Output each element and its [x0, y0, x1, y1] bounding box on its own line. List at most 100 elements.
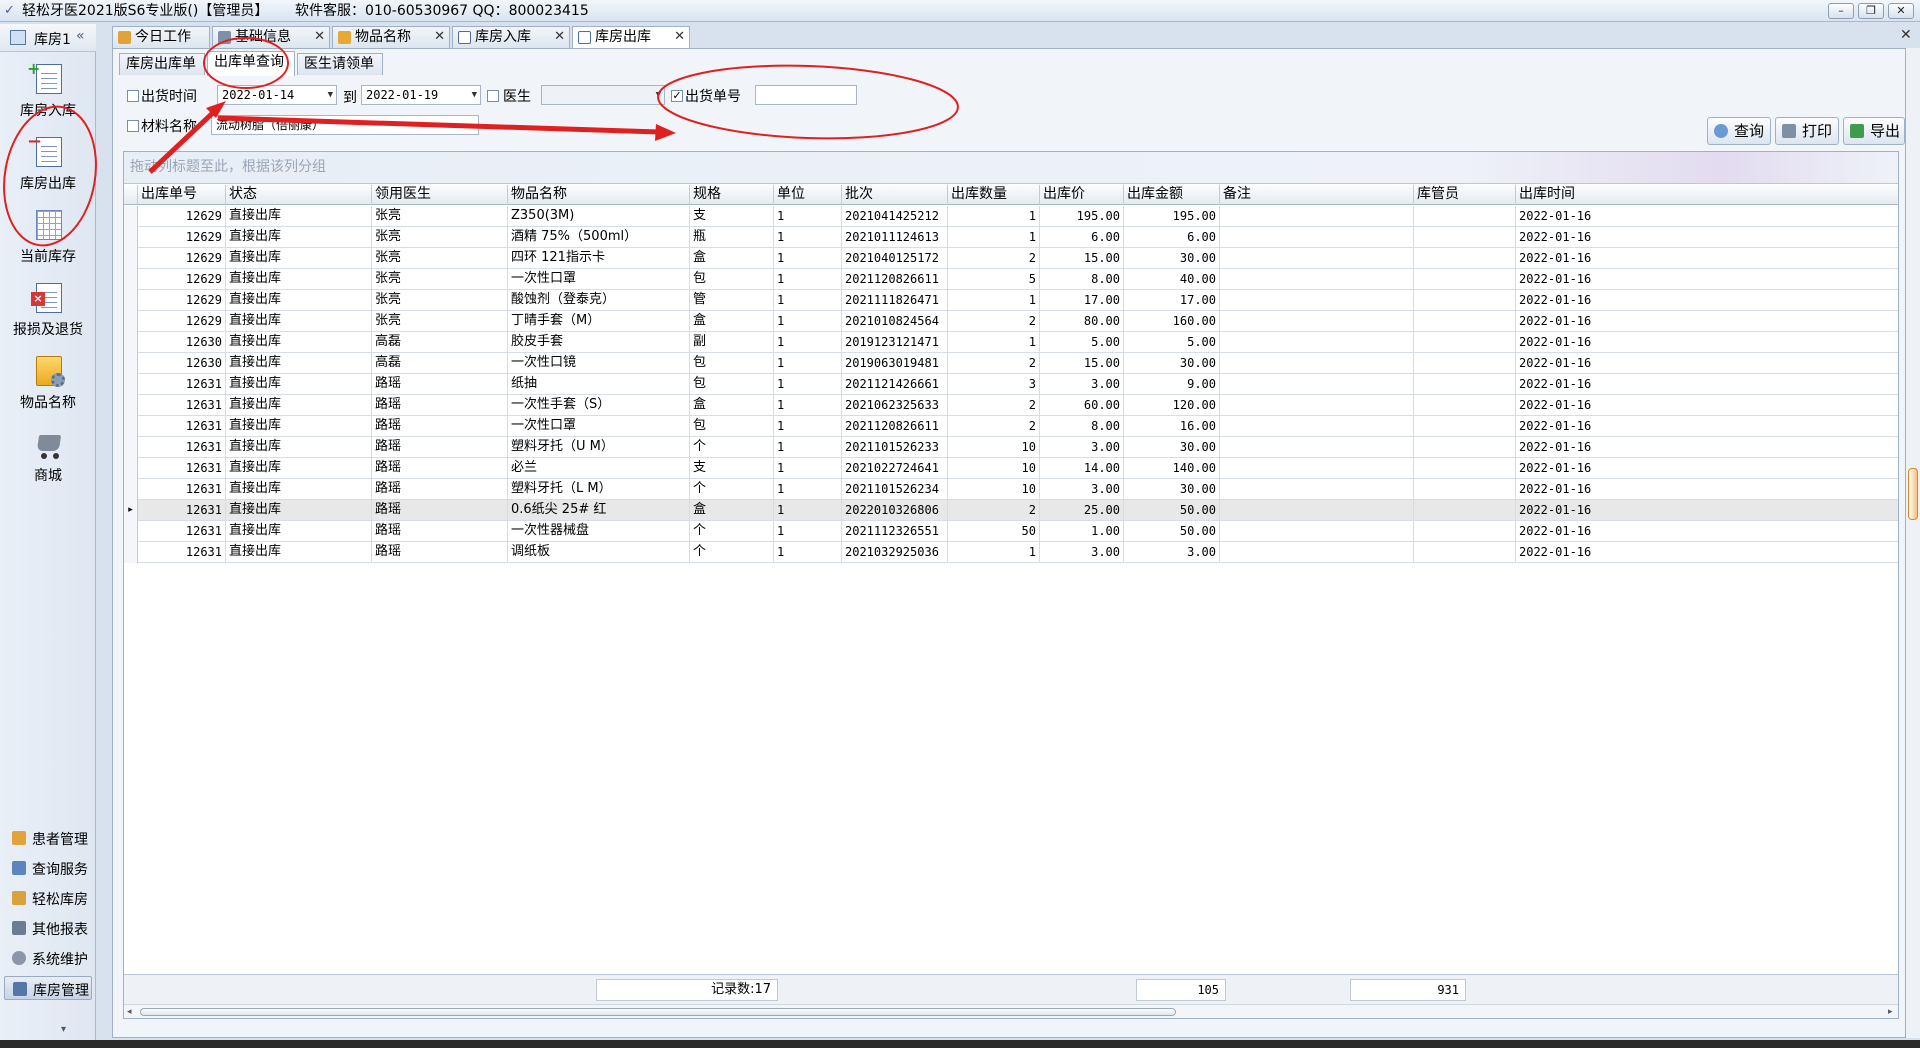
column-header-keeper[interactable]: 库管员 — [1414, 185, 1516, 205]
table-row[interactable]: 12631 直接出库 路瑶 塑料牙托（L M）个 1 2021101526234 10 3.0… — [124, 479, 1898, 500]
row-indicator[interactable] — [124, 521, 138, 542]
row-indicator[interactable] — [124, 248, 138, 269]
column-header-amount[interactable]: 出库金额 — [1124, 185, 1220, 205]
cell-quantity: 1 — [948, 227, 1040, 248]
nav-item-names[interactable]: 物品名称 — [4, 352, 92, 422]
row-indicator[interactable] — [124, 332, 138, 353]
ship-time-checkbox[interactable] — [127, 90, 139, 102]
date-from-picker[interactable]: 2022-01-14 ▼ — [217, 85, 337, 105]
nav-mall[interactable]: 商城 — [4, 425, 92, 495]
row-indicator[interactable] — [124, 416, 138, 437]
doctor-checkbox[interactable] — [487, 90, 499, 102]
cell-quantity: 2 — [948, 395, 1040, 416]
nav-patient-management[interactable]: 患者管理 — [4, 826, 92, 850]
query-button[interactable]: 查询 — [1707, 117, 1771, 145]
order-no-checkbox[interactable]: ✓ — [671, 90, 683, 102]
table-row[interactable]: 12631 直接出库 路瑶 塑料牙托（U M）个 1 2021101526233 10 3.0… — [124, 437, 1898, 458]
column-header-order-no[interactable]: 出库单号 — [138, 185, 226, 205]
cell-status: 直接出库 — [226, 542, 372, 563]
table-row[interactable]: 12631 直接出库 路瑶 调纸板个 1 2021032925036 1 3.00 3.00 20… — [124, 542, 1898, 563]
row-indicator[interactable] — [124, 269, 138, 290]
row-indicator[interactable] — [124, 311, 138, 332]
subtab-doctor-requisition[interactable]: 医生请领单 — [297, 53, 383, 75]
table-row[interactable]: 12631 直接出库 路瑶 必兰支 1 2021022724641 10 14.00 140.0… — [124, 458, 1898, 479]
table-row[interactable]: 12631 直接出库 路瑶 一次性口罩包 1 2021120826611 2 8.00 16.0… — [124, 416, 1898, 437]
table-row[interactable]: 12630 直接出库 高磊 一次性口镜包 1 2019063019481 2 15.00 30.… — [124, 353, 1898, 374]
column-header-status[interactable]: 状态 — [226, 185, 372, 205]
table-row[interactable]: ▸ 12631 直接出库 路瑶 0.6纸尖 25# 红盒 1 2022010326806 2 2… — [124, 500, 1898, 521]
restore-button[interactable]: ❐ — [1858, 3, 1884, 19]
table-row[interactable]: 12629 直接出库 张亮 Z350(3M) 支 1 2021041425212 1 195.0… — [124, 206, 1898, 227]
column-header-unit[interactable]: 单位 — [774, 185, 842, 205]
cell-quantity: 2 — [948, 311, 1040, 332]
nav-query-service[interactable]: 查询服务 — [4, 856, 92, 880]
sidebar-more-button[interactable]: ▾ — [0, 1024, 96, 1040]
row-indicator[interactable] — [124, 374, 138, 395]
material-input[interactable]: 流动树脂（倍丽康） — [211, 115, 479, 135]
row-indicator[interactable] — [124, 290, 138, 311]
minimize-button[interactable]: – — [1828, 3, 1854, 19]
vertical-scroll-thumb[interactable] — [1908, 468, 1918, 520]
tab-basic-info[interactable]: 基础信息 ✕ — [212, 26, 330, 48]
horizontal-scroll-thumb[interactable] — [140, 1008, 1176, 1016]
vertical-scrollbar[interactable] — [1906, 48, 1920, 1038]
tab-basic-info-close-button[interactable]: ✕ — [314, 27, 325, 47]
table-row[interactable]: 12629 直接出库 张亮 酒精 75%（500ml）瓶 1 2021011124613 1… — [124, 227, 1898, 248]
tab-stock-out[interactable]: 库房出库 ✕ — [572, 26, 690, 49]
export-button[interactable]: 导出 — [1843, 117, 1905, 145]
nav-stock-in[interactable]: + 库房入库 — [4, 60, 92, 130]
order-no-input[interactable] — [755, 85, 857, 105]
horizontal-scrollbar[interactable]: ◂ ▸ — [124, 1004, 1898, 1018]
tab-item-names-close-button[interactable]: ✕ — [434, 27, 445, 47]
material-checkbox[interactable] — [127, 120, 139, 132]
row-indicator[interactable] — [124, 542, 138, 563]
row-indicator[interactable] — [124, 353, 138, 374]
column-header-item-name[interactable]: 物品名称 — [508, 185, 690, 205]
scroll-right-icon[interactable]: ▸ — [1888, 1005, 1893, 1018]
table-row[interactable]: 12631 直接出库 路瑶 纸抽包 1 2021121426661 3 3.00 9.00 202… — [124, 374, 1898, 395]
row-indicator[interactable] — [124, 395, 138, 416]
group-by-panel[interactable]: 拖动列标题至此，根据该列分组 — [124, 152, 1898, 184]
nav-stock-out[interactable]: − 库房出库 — [4, 133, 92, 203]
window-close-button[interactable]: ✕ — [1888, 3, 1914, 19]
tab-today-work[interactable]: 今日工作 — [112, 26, 210, 48]
tab-stock-out-close-button[interactable]: ✕ — [674, 27, 685, 47]
nav-other-reports[interactable]: 其他报表 — [4, 916, 92, 940]
row-indicator[interactable] — [124, 227, 138, 248]
column-header-spec[interactable]: 规格 — [690, 185, 774, 205]
nav-system-maintenance[interactable]: 系统维护 — [4, 946, 92, 970]
column-header-out-time[interactable]: 出库时间 — [1516, 185, 1898, 205]
collapse-sidebar-button[interactable]: « — [76, 28, 85, 44]
table-row[interactable]: 12631 直接出库 路瑶 一次性器械盘个 1 2021112326551 50 1.00 50… — [124, 521, 1898, 542]
nav-warehouse-management[interactable]: 库房管理 — [4, 976, 92, 1000]
nav-easy-warehouse[interactable]: 轻松库房 — [4, 886, 92, 910]
row-indicator[interactable] — [124, 479, 138, 500]
subtab-stock-out-order[interactable]: 库房出库单 — [119, 53, 205, 75]
row-indicator[interactable]: ▸ — [124, 500, 138, 521]
column-header-quantity[interactable]: 出库数量 — [948, 185, 1040, 205]
row-indicator[interactable] — [124, 437, 138, 458]
subtab-stock-out-query[interactable]: 出库单查询 — [207, 51, 295, 76]
table-row[interactable]: 12630 直接出库 高磊 胶皮手套副 1 2019123121471 1 5.00 5.00 2… — [124, 332, 1898, 353]
table-row[interactable]: 12629 直接出库 张亮 四环 121指示卡盒 1 2021040125172 2 15.0… — [124, 248, 1898, 269]
doctor-select[interactable]: ▼ — [541, 85, 665, 105]
table-row[interactable]: 12629 直接出库 张亮 丁晴手套（M）盒 1 2021010824564 2 80.00 1… — [124, 311, 1898, 332]
column-header-remark[interactable]: 备注 — [1220, 185, 1414, 205]
column-header-price[interactable]: 出库价 — [1040, 185, 1124, 205]
row-indicator[interactable] — [124, 206, 138, 227]
tab-stock-in-close-button[interactable]: ✕ — [554, 27, 565, 47]
column-header-doctor[interactable]: 领用医生 — [372, 185, 508, 205]
table-row[interactable]: 12631 直接出库 路瑶 一次性手套（S）盒 1 2021062325633 2 60.00… — [124, 395, 1898, 416]
print-button[interactable]: 打印 — [1775, 117, 1839, 145]
column-header-batch[interactable]: 批次 — [842, 185, 948, 205]
nav-damage-return[interactable]: × 报损及退货 — [4, 279, 92, 349]
row-indicator[interactable] — [124, 458, 138, 479]
tab-stock-in[interactable]: 库房入库 ✕ — [452, 26, 570, 48]
nav-current-stock[interactable]: 当前库存 — [4, 206, 92, 276]
table-row[interactable]: 12629 直接出库 张亮 酸蚀剂（登泰克）管 1 2021111826471 1 17.00… — [124, 290, 1898, 311]
tab-item-names[interactable]: 物品名称 ✕ — [332, 26, 450, 48]
table-row[interactable]: 12629 直接出库 张亮 一次性口罩包 1 2021120826611 5 8.00 40.0… — [124, 269, 1898, 290]
scroll-left-icon[interactable]: ◂ — [127, 1005, 132, 1018]
close-all-tabs-button[interactable]: ✕ — [1900, 27, 1912, 43]
date-to-picker[interactable]: 2022-01-19 ▼ — [361, 85, 481, 105]
